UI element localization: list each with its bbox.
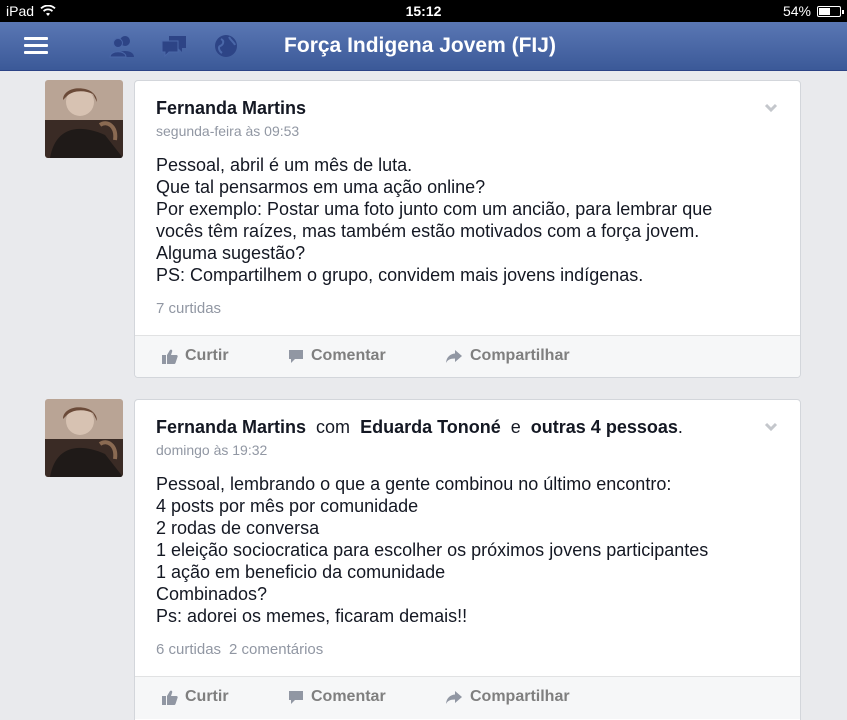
share-arrow-icon	[446, 349, 462, 363]
chevron-down-icon[interactable]	[764, 420, 778, 434]
post-card: Fernanda Martins segunda-feira às 09:53 …	[134, 80, 801, 378]
post-text-line: Pessoal, lembrando o que a gente combino…	[156, 474, 672, 494]
post-text-line: 2 rodas de conversa	[156, 518, 320, 538]
post-text-line: Ps: adorei os memes, ficaram demais!!	[156, 606, 468, 626]
comment-label: Comentar	[311, 347, 386, 364]
comment-button[interactable]: Comentar	[288, 347, 386, 365]
notifications-globe-icon[interactable]	[211, 32, 241, 60]
share-button[interactable]: Compartilhar	[445, 688, 570, 706]
like-label: Curtir	[185, 347, 229, 364]
and-text: e	[510, 417, 521, 437]
like-button[interactable]: Curtir	[162, 688, 229, 706]
comments-count[interactable]: 2 comentários	[229, 641, 323, 658]
header-period: .	[677, 417, 683, 437]
with-text: com	[316, 417, 351, 437]
likes-count[interactable]: 7 curtidas	[156, 300, 221, 317]
post-text-line: Combinados?	[156, 584, 268, 604]
others-link[interactable]: outras 4 pessoas	[531, 417, 678, 437]
nav-bar: Força Indigena Jovem (FIJ)	[0, 22, 847, 71]
post-text-line: PS: Compartilhem o grupo, convidem mais …	[156, 265, 644, 285]
group-title: Força Indigena Jovem (FIJ)	[284, 34, 556, 57]
post-body: Pessoal, lembrando o que a gente combino…	[156, 473, 708, 627]
post-timestamp[interactable]: segunda-feira às 09:53	[156, 123, 299, 139]
author-name[interactable]: Fernanda Martins	[156, 417, 306, 437]
post-actions: Curtir Comentar Compartilhar	[135, 335, 800, 377]
post-header: Fernanda Martins com Eduarda Tononé e ou…	[156, 417, 683, 438]
author-name[interactable]: Fernanda Martins	[156, 98, 306, 118]
post-text-line: Que tal pensarmos em uma ação online?	[156, 177, 486, 197]
post-card: Fernanda Martins com Eduarda Tononé e ou…	[134, 399, 801, 720]
comment-label: Comentar	[311, 688, 386, 705]
status-time: 15:12	[405, 3, 442, 19]
post-text-line: Por exemplo: Postar uma foto junto com u…	[156, 199, 713, 219]
post-meta: 7 curtidas	[156, 300, 221, 317]
author-avatar[interactable]	[45, 80, 123, 158]
share-label: Compartilhar	[470, 347, 570, 364]
likes-count[interactable]: 6 curtidas	[156, 641, 221, 658]
post-text-line: Alguma sugestão?	[156, 243, 306, 263]
comment-icon	[289, 690, 303, 704]
post-text-line: 1 eleição sociocratica para escolher os …	[156, 540, 709, 560]
post-text-line: Pessoal, abril é um mês de luta.	[156, 155, 413, 175]
comment-icon	[289, 349, 303, 363]
post-text-line: vocês têm raízes, mas também estão motiv…	[156, 221, 700, 241]
like-button[interactable]: Curtir	[162, 347, 229, 365]
post-meta: 6 curtidas 2 comentários	[156, 641, 323, 658]
chevron-down-icon[interactable]	[764, 101, 778, 115]
status-bar: iPad 15:12 54%	[0, 0, 847, 22]
share-label: Compartilhar	[470, 688, 570, 705]
post-text-line: 1 ação em beneficio da comunidade	[156, 562, 446, 582]
battery-percent: 54%	[782, 3, 811, 19]
messages-icon[interactable]	[159, 32, 189, 60]
menu-icon[interactable]	[22, 32, 52, 60]
post-header: Fernanda Martins	[156, 98, 306, 119]
post-actions: Curtir Comentar Compartilhar	[135, 676, 800, 719]
share-arrow-icon	[446, 690, 462, 704]
friend-requests-icon[interactable]	[107, 32, 137, 60]
comment-button[interactable]: Comentar	[288, 688, 386, 706]
author-avatar[interactable]	[45, 399, 123, 477]
post-text-line: 4 posts por mês por comunidade	[156, 496, 419, 516]
share-button[interactable]: Compartilhar	[445, 347, 570, 365]
thumbs-up-icon	[162, 690, 178, 705]
thumbs-up-icon	[162, 349, 178, 364]
like-label: Curtir	[185, 688, 229, 705]
post-timestamp[interactable]: domingo às 19:32	[156, 442, 267, 458]
tagged-person[interactable]: Eduarda Tononé	[360, 417, 501, 437]
post-body: Pessoal, abril é um mês de luta. Que tal…	[156, 154, 712, 286]
battery-icon	[817, 5, 844, 17]
